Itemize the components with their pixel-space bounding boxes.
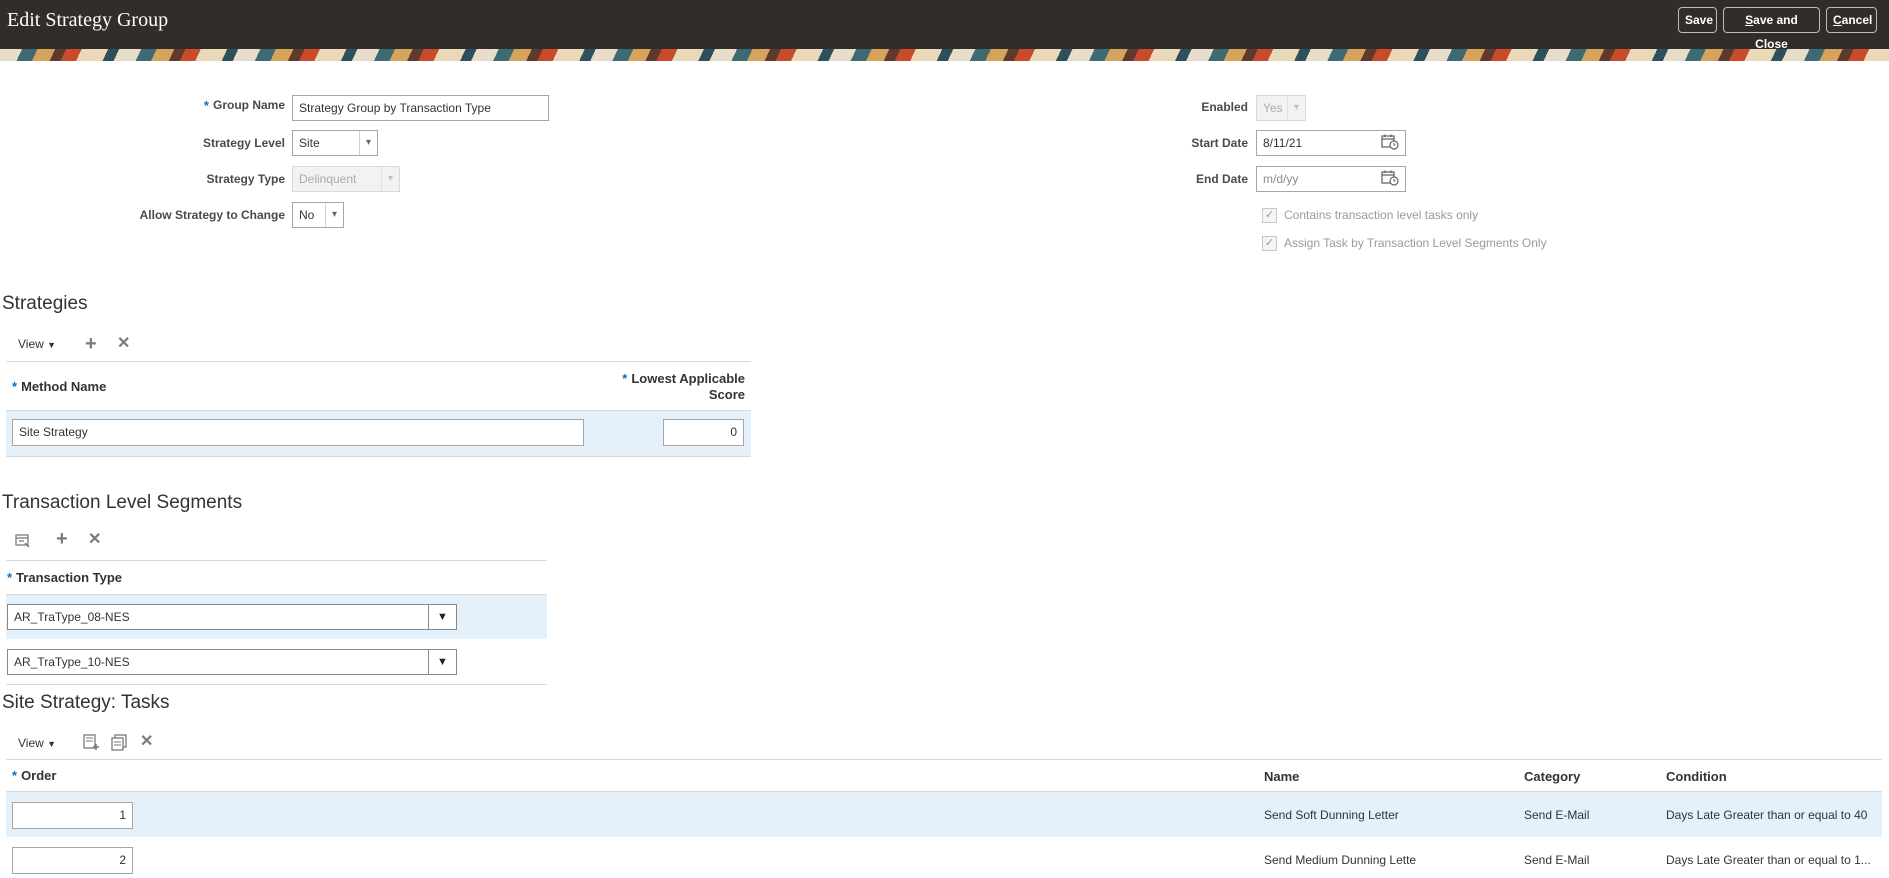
score-input[interactable]: 0 — [663, 419, 744, 446]
task-name: Send Soft Dunning Letter — [1264, 808, 1399, 822]
contains-tx-label: Contains transaction level tasks only — [1284, 208, 1479, 222]
strategy-type-label: Strategy Type — [206, 172, 285, 186]
chevron-down-icon[interactable]: ▼ — [428, 605, 456, 629]
divider — [6, 560, 547, 561]
decorative-banner — [0, 49, 1889, 61]
cancel-button[interactable]: Cancel — [1826, 7, 1877, 33]
enabled-value: Yes — [1263, 101, 1283, 115]
required-indicator: * — [622, 371, 628, 386]
col-score-line1: Lowest Applicable — [631, 371, 745, 386]
cancel-accesskey: C — [1833, 13, 1842, 27]
order-input[interactable]: 2 — [12, 847, 133, 874]
chevron-down-icon: ▾ — [381, 167, 399, 191]
detach-table-icon[interactable] — [15, 533, 31, 549]
calendar-icon[interactable] — [1381, 134, 1399, 150]
table-row[interactable] — [6, 792, 1882, 837]
allow-change-value: No — [299, 208, 315, 222]
task-condition: Days Late Greater than or equal to 1... — [1666, 853, 1871, 867]
order-input[interactable]: 1 — [12, 802, 133, 829]
group-name-label: * Group Name — [150, 98, 285, 113]
group-name-label-text: Group Name — [212, 98, 285, 112]
col-transaction-type: * Transaction Type — [7, 570, 122, 585]
add-icon[interactable]: + — [56, 529, 68, 549]
save-and-close-button[interactable]: Save and Close — [1723, 7, 1820, 51]
segments-title: Transaction Level Segments — [2, 492, 243, 513]
transaction-type-value: AR_TraType_10-NES — [14, 655, 130, 669]
required-indicator: * — [12, 768, 18, 783]
divider — [6, 684, 547, 685]
col-name: Name — [1264, 769, 1300, 784]
strategy-level-select[interactable]: Site ▾ — [292, 130, 378, 156]
col-order-label: Order — [21, 768, 57, 783]
save-and-close-label: ave and Close — [1753, 13, 1798, 51]
end-date-input[interactable]: m/d/yy — [1256, 166, 1406, 192]
duplicate-icon[interactable] — [111, 734, 128, 751]
delete-icon[interactable]: ✕ — [140, 734, 153, 750]
enabled-label: Enabled — [1201, 100, 1248, 114]
allow-change-select[interactable]: No ▾ — [292, 202, 344, 228]
allow-change-label: Allow Strategy to Change — [139, 208, 285, 222]
col-score-line2: Score — [708, 387, 745, 402]
start-date-value: 8/11/21 — [1263, 136, 1303, 150]
col-method-label: Method Name — [21, 379, 107, 394]
create-row-icon[interactable] — [83, 734, 100, 751]
add-icon[interactable]: + — [85, 334, 97, 354]
page-title: Edit Strategy Group — [7, 9, 169, 31]
group-name-input[interactable]: Strategy Group by Transaction Type — [292, 95, 549, 121]
divider — [6, 456, 751, 457]
required-indicator: * — [203, 98, 209, 113]
chevron-down-icon[interactable]: ▾ — [359, 131, 377, 155]
assign-task-checkbox: ✓ — [1262, 236, 1277, 251]
chevron-down-icon[interactable]: ▼ — [428, 650, 456, 674]
transaction-type-value: AR_TraType_08-NES — [14, 610, 130, 624]
view-label: View — [18, 337, 44, 351]
calendar-icon[interactable] — [1381, 170, 1399, 186]
strategy-type-value: Delinquent — [299, 172, 357, 186]
tasks-title: Site Strategy: Tasks — [2, 692, 170, 713]
method-name-input[interactable]: Site Strategy — [12, 419, 584, 446]
transaction-type-select[interactable]: AR_TraType_10-NES ▼ — [7, 649, 457, 675]
start-date-input[interactable]: 8/11/21 — [1256, 130, 1406, 156]
task-name: Send Medium Dunning Lette — [1264, 853, 1417, 867]
task-condition: Days Late Greater than or equal to 40 — [1666, 808, 1868, 822]
col-method-name: * Method Name — [12, 379, 106, 394]
cancel-label: ancel — [1841, 13, 1873, 27]
chevron-down-icon[interactable]: ▾ — [325, 203, 343, 227]
caret-down-icon: ▼ — [47, 739, 57, 749]
delete-icon[interactable]: ✕ — [88, 532, 101, 548]
enabled-select: Yes ▾ — [1256, 95, 1306, 121]
strategy-level-label: Strategy Level — [202, 136, 285, 150]
end-date-label: End Date — [1195, 172, 1248, 186]
assign-task-label: Assign Task by Transaction Level Segment… — [1284, 236, 1547, 250]
divider — [6, 759, 1882, 760]
col-lowest-score: * Lowest Applicable Score — [600, 371, 745, 403]
end-date-placeholder: m/d/yy — [1263, 172, 1299, 186]
col-order: * Order — [12, 768, 56, 783]
task-category: Send E-Mail — [1524, 808, 1590, 822]
caret-down-icon: ▼ — [47, 340, 57, 350]
transaction-type-select[interactable]: AR_TraType_08-NES ▼ — [7, 604, 457, 630]
divider — [6, 361, 751, 362]
task-category: Send E-Mail — [1524, 853, 1590, 867]
strategies-title: Strategies — [2, 293, 88, 314]
strategy-level-value: Site — [299, 136, 320, 150]
page-header: Edit Strategy Group Save Save and Close … — [0, 0, 1889, 51]
view-label: View — [18, 736, 44, 750]
start-date-label: Start Date — [1191, 136, 1248, 150]
strategies-view-menu[interactable]: View ▼ — [18, 337, 56, 351]
save-and-close-accesskey: S — [1745, 13, 1754, 27]
col-category: Category — [1524, 769, 1581, 784]
contains-tx-checkbox: ✓ — [1262, 208, 1277, 223]
delete-icon[interactable]: ✕ — [117, 336, 130, 352]
col-condition: Condition — [1666, 769, 1727, 784]
save-button[interactable]: Save — [1678, 7, 1717, 33]
required-indicator: * — [7, 570, 13, 585]
required-indicator: * — [12, 379, 18, 394]
col-type-label: Transaction Type — [16, 570, 123, 585]
tasks-view-menu[interactable]: View ▼ — [18, 736, 56, 750]
strategy-type-select: Delinquent ▾ — [292, 166, 400, 192]
chevron-down-icon: ▾ — [1287, 96, 1305, 120]
